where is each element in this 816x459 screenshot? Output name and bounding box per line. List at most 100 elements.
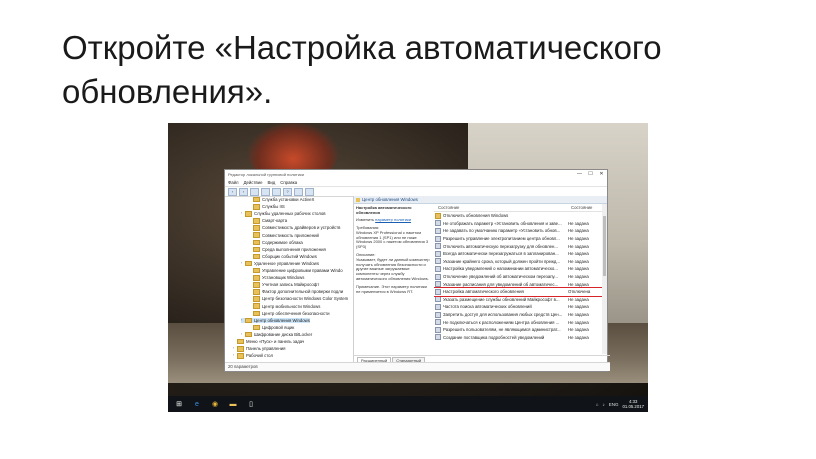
tree-item[interactable]: Установщик Windows	[249, 275, 305, 281]
menu-help[interactable]: Справка	[280, 180, 297, 185]
file-explorer-icon[interactable]: ▬	[226, 399, 240, 409]
back-icon[interactable]: ‹	[228, 187, 237, 196]
highlighted-policy-row[interactable]: Настройка автоматического обновления Откл…	[434, 287, 607, 296]
policy-row[interactable]: Отключить автоматическую перезагрузку дл…	[434, 242, 607, 250]
policy-name: Не отображать параметр «Установить обнов…	[443, 220, 562, 226]
tree-item-label: Рабочий стол	[246, 353, 273, 359]
policy-row[interactable]: Не задавать по умолчанию параметр «Устан…	[434, 227, 607, 235]
folder-icon	[245, 331, 252, 338]
tree-item[interactable]: › Службы удаленных рабочих столов	[241, 211, 326, 217]
window-titlebar: Редактор локальной групповой политики — …	[225, 170, 607, 178]
policy-setting-icon	[435, 227, 441, 234]
policy-name: Разрешить пользователям, не являющимся а…	[443, 327, 561, 333]
tree-item[interactable]: Совместимость драйверов и устройств	[249, 225, 340, 231]
show-hide-tree-icon[interactable]	[261, 187, 270, 196]
tree-item[interactable]: › Удаленное управление Windows	[241, 260, 320, 267]
tree-item-label: Совместимость приложений	[262, 232, 319, 238]
tree-item[interactable]: Служба установки ActiveX	[249, 196, 315, 203]
policy-row[interactable]: Указание расписания для уведомлений об а…	[434, 280, 607, 288]
policy-setting-icon	[435, 281, 441, 288]
policy-row[interactable]: Частота поиска автоматических обновлений…	[434, 303, 607, 311]
tree-item[interactable]: Сборщик событий Windows	[249, 253, 317, 260]
tree-item[interactable]: › Шифрование диска BitLocker	[241, 331, 312, 338]
tree-item[interactable]: Фактор дополнительной проверки подли	[249, 289, 343, 295]
tree-item[interactable]: Центр мобильности Windows	[249, 303, 320, 309]
notepad-icon[interactable]: ▯	[244, 399, 258, 409]
tree-item[interactable]: Среда выполнения приложения	[249, 246, 326, 253]
policy-setting-icon	[435, 250, 441, 257]
policy-row[interactable]: Разрешить управление электропитанием цен…	[434, 235, 607, 243]
edit-policy-link[interactable]: параметр политики	[375, 217, 411, 222]
help-icon[interactable]: ?	[283, 187, 292, 196]
policy-row[interactable]: Отключение уведомлений об автоматическом…	[434, 273, 607, 281]
scrollbar-thumb[interactable]	[603, 216, 606, 276]
policy-row[interactable]: Отключить обновления Windows	[434, 212, 607, 220]
policy-name-cell: Отключение уведомлений об автоматическом…	[434, 273, 568, 280]
tree-item[interactable]: Центр безопасности Windows Color System	[249, 296, 348, 302]
policy-row[interactable]: Указание крайнего срока, который должен …	[434, 258, 607, 266]
tree-item-label: Смарт-карта	[262, 218, 288, 224]
up-folder-icon[interactable]	[250, 187, 259, 196]
filter-icon[interactable]	[305, 187, 314, 196]
policy-name: Отключить обновления Windows	[443, 213, 509, 219]
folder-icon	[245, 211, 252, 217]
note-text: Примечание. Этот параметр политики не пр…	[356, 283, 427, 294]
menu-bar: Файл Действие Вид Справка	[225, 178, 607, 187]
tree-item[interactable]: Учетная запись Майкрософт	[249, 282, 319, 288]
chrome-icon[interactable]: ◉	[208, 399, 222, 409]
tree-item[interactable]: Совместимость приложений	[249, 232, 319, 238]
menu-view[interactable]: Вид	[267, 180, 275, 185]
tree-item-label: Среда выполнения приложения	[262, 246, 326, 252]
tree-item-label: Установщик Windows	[262, 275, 305, 281]
tree-item[interactable]: › Центр обновления Windows	[241, 317, 310, 324]
tree-item[interactable]: Цифровой ящик	[249, 324, 294, 331]
menu-action[interactable]: Действие	[244, 180, 263, 185]
list-header: Состояние Состояние	[434, 204, 607, 212]
tree-item[interactable]: Службы IIS	[249, 204, 285, 210]
policy-row[interactable]: Всегда автоматически перезагружаться в з…	[434, 250, 607, 258]
tree-item[interactable]: Меню «Пуск» и панель задач	[233, 338, 304, 345]
language-indicator[interactable]: ENG	[609, 402, 619, 407]
policy-name-cell: Указание крайнего срока, который должен …	[434, 258, 568, 265]
menu-file[interactable]: Файл	[228, 180, 239, 185]
clock[interactable]: 4:33 01.05.2017	[622, 399, 644, 409]
network-icon[interactable]: ⌂	[596, 402, 599, 407]
folder-icon	[253, 310, 260, 316]
close-button[interactable]: ✕	[596, 171, 607, 177]
policy-row[interactable]: Указать размещение службы обновлений Май…	[434, 296, 607, 304]
tree-item-label: Служба установки ActiveX	[262, 197, 315, 202]
properties-icon[interactable]	[294, 187, 303, 196]
vertical-scrollbar[interactable]	[602, 204, 607, 354]
col-setting-header[interactable]: Состояние	[434, 205, 571, 210]
folder-icon	[253, 296, 260, 302]
edge-icon[interactable]: e	[190, 399, 204, 409]
policy-name-cell: Разрешить управление электропитанием цен…	[434, 235, 568, 242]
policy-row[interactable]: Создание поставщика подробностей уведомл…	[434, 334, 607, 342]
policy-name: Указание крайнего срока, который должен …	[443, 258, 560, 264]
policy-row[interactable]: Разрешить пользователям, не являющимся а…	[434, 326, 607, 334]
minimize-button[interactable]: —	[574, 171, 585, 177]
description-title: Настройка автоматического обновления	[356, 205, 412, 215]
policy-name-cell: Частота поиска автоматических обновлений	[434, 303, 568, 310]
tree-item[interactable]: Смарт-карта	[249, 218, 288, 224]
maximize-button[interactable]: ☐	[585, 171, 596, 177]
tree-item[interactable]: › Панель управления	[233, 346, 285, 352]
policy-name-cell: Создание поставщика подробностей уведомл…	[434, 334, 568, 341]
tree-item[interactable]: Управление цифровыми правами Windo	[249, 267, 343, 274]
tree-item[interactable]: › Рабочий стол	[233, 353, 273, 359]
folder-icon	[245, 260, 252, 267]
policy-row[interactable]: Запретить доступ для использования любых…	[434, 311, 607, 319]
forward-icon[interactable]: ›	[239, 187, 248, 196]
right-pane-header: Центр обновления Windows	[354, 196, 607, 204]
policy-row[interactable]: Не отображать параметр «Установить обнов…	[434, 220, 607, 228]
policy-row[interactable]: Не подключаться к расположениям Центра о…	[434, 318, 607, 326]
start-windows-icon[interactable]: ⊞	[172, 399, 186, 409]
export-list-icon[interactable]	[272, 187, 281, 196]
tree-item[interactable]: Содержимое облака	[249, 239, 303, 245]
tree-item[interactable]: Центр обеспечения безопасности	[249, 310, 330, 316]
volume-icon[interactable]: ♪	[602, 402, 604, 407]
policy-row[interactable]: Настройка уведомлений о напоминании авто…	[434, 265, 607, 273]
folder-icon	[253, 282, 260, 288]
policy-name-cell: Указание расписания для уведомлений об а…	[434, 281, 568, 288]
tree-item-label: Удаленное управление Windows	[254, 260, 320, 266]
